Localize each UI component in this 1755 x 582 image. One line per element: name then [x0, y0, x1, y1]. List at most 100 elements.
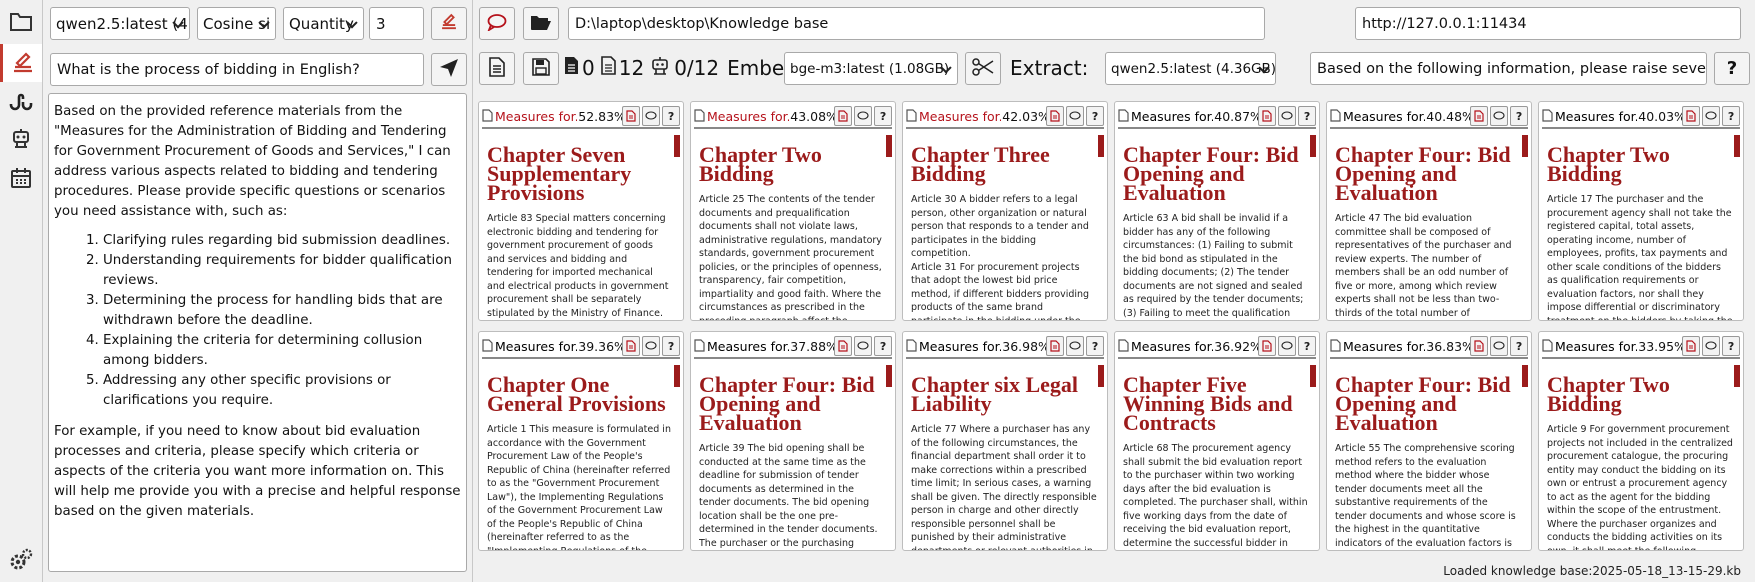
help-button[interactable]: ?: [1714, 52, 1750, 85]
save-button[interactable]: [523, 52, 559, 85]
card-doc-button[interactable]: [1682, 106, 1701, 126]
retrieval-count-input[interactable]: 3: [369, 7, 424, 40]
result-card[interactable]: Measures for...37.88%? Chapter Four: Bid …: [690, 331, 896, 551]
card-doc-button[interactable]: [834, 336, 853, 356]
retrieval-mode-select[interactable]: Quantity: [283, 7, 364, 40]
result-card[interactable]: Measures for...39.36%? Chapter One Genera…: [478, 331, 684, 551]
card-help-button[interactable]: ?: [662, 336, 681, 356]
card-title: Chapter Four: Bid Opening and Evaluation: [699, 372, 875, 435]
card-scroll-thumb[interactable]: [1098, 135, 1104, 157]
similarity-metric-select[interactable]: Cosine si: [197, 7, 276, 40]
card-chat-button[interactable]: [1278, 336, 1297, 356]
card-chat-button[interactable]: [854, 336, 873, 356]
card-doc-button[interactable]: [1046, 336, 1065, 356]
folder-icon[interactable]: [0, 2, 42, 40]
card-doc-button[interactable]: [1258, 336, 1277, 356]
card-help-button[interactable]: ?: [874, 336, 893, 356]
card-chat-button[interactable]: [1702, 106, 1721, 126]
card-scroll-thumb[interactable]: [674, 135, 680, 157]
answer-outro: For example, if you need to know about b…: [54, 424, 461, 519]
split-button[interactable]: [965, 52, 1001, 85]
card-help-button[interactable]: ?: [1298, 336, 1317, 356]
result-card[interactable]: Measures for...40.48%? Chapter Four: Bid …: [1326, 101, 1532, 321]
card-chat-button[interactable]: [1490, 336, 1509, 356]
card-text: Article 77 Where a purchaser has any of …: [911, 424, 1097, 550]
card-chat-button[interactable]: [1066, 106, 1085, 126]
card-help-button[interactable]: ?: [1722, 336, 1741, 356]
card-scroll-thumb[interactable]: [1522, 365, 1528, 387]
card-chat-button[interactable]: [854, 106, 873, 126]
card-chat-button[interactable]: [642, 106, 661, 126]
card-title: Chapter Seven Supplementary Provisions: [487, 142, 632, 205]
card-title: Chapter One General Provisions: [487, 372, 666, 416]
card-chat-button[interactable]: [1702, 336, 1721, 356]
result-card[interactable]: Measures for...52.83%? Chapter Seven Supp…: [478, 101, 684, 321]
card-help-button[interactable]: ?: [1086, 336, 1105, 356]
card-doc-button[interactable]: [1258, 106, 1277, 126]
chat-panel: qwen2.5:latest (4.36 Cosine si Quantity …: [43, 0, 473, 582]
card-header: Measures for...52.83%?: [482, 105, 681, 129]
card-scroll-thumb[interactable]: [1734, 135, 1740, 157]
card-doc-button[interactable]: [622, 336, 641, 356]
embed-model-select[interactable]: bge-m3:latest (1.08GB): [784, 52, 958, 85]
robot-icon[interactable]: [0, 120, 42, 158]
card-help-button[interactable]: ?: [1510, 336, 1529, 356]
save-icon: [532, 57, 550, 80]
extract-label: Extract:: [1010, 56, 1089, 80]
gears-icon[interactable]: [0, 541, 42, 579]
card-help-button[interactable]: ?: [1298, 106, 1317, 126]
card-scroll-thumb[interactable]: [1734, 365, 1740, 387]
card-chat-button[interactable]: [1278, 106, 1297, 126]
open-folder-button[interactable]: [523, 7, 559, 40]
extract-model-select[interactable]: qwen2.5:latest (4.36GB): [1105, 52, 1276, 85]
card-help-button[interactable]: ?: [662, 106, 681, 126]
model-select[interactable]: qwen2.5:latest (4.36: [50, 7, 190, 40]
chat-app-icon[interactable]: [0, 44, 42, 82]
result-card[interactable]: Measures for...33.95%? Chapter Two Biddin…: [1538, 331, 1744, 551]
card-title: Chapter Two Bidding: [699, 142, 822, 186]
card-doc-button[interactable]: [1682, 336, 1701, 356]
card-scroll-thumb[interactable]: [1522, 135, 1528, 157]
card-help-button[interactable]: ?: [874, 106, 893, 126]
result-card[interactable]: Measures for...43.08%? Chapter Two Biddin…: [690, 101, 896, 321]
result-card[interactable]: Measures for...36.92%?Chapter Five Winni…: [1114, 331, 1320, 551]
card-scroll-thumb[interactable]: [1098, 365, 1104, 387]
doc-count: 12: [618, 56, 645, 80]
card-doc-button[interactable]: [1470, 106, 1489, 126]
result-card[interactable]: Measures for...36.98%? Chapter six Legal …: [902, 331, 1108, 551]
card-score: 52.83%: [578, 108, 626, 124]
card-help-button[interactable]: ?: [1722, 106, 1741, 126]
send-button[interactable]: [431, 53, 467, 86]
stumbleupon-icon[interactable]: [0, 82, 42, 120]
chat-bubble-button[interactable]: [479, 7, 515, 40]
result-card[interactable]: Measures for...40.03%? Chapter Two Biddin…: [1538, 101, 1744, 321]
card-scroll-thumb[interactable]: [1310, 135, 1316, 157]
kb-path-input[interactable]: D:\laptop\desktop\Knowledge base: [568, 7, 1265, 40]
card-scroll-thumb[interactable]: [886, 365, 892, 387]
document-icon: [600, 56, 616, 80]
card-doc-button[interactable]: [1046, 106, 1065, 126]
card-help-button[interactable]: ?: [1510, 106, 1529, 126]
result-card[interactable]: Measures for...36.83%? Chapter Four: Bid …: [1326, 331, 1532, 551]
result-card[interactable]: Measures for...42.03%? Chapter Three Bidd…: [902, 101, 1108, 321]
card-text: Article 83 Special matters concerning el…: [487, 213, 669, 319]
ollama-url-input[interactable]: http://127.0.0.1:11434: [1355, 7, 1741, 40]
card-chat-button[interactable]: [1066, 336, 1085, 356]
card-chat-button[interactable]: [1490, 106, 1509, 126]
card-header: Measures for...36.92%?: [1118, 335, 1317, 359]
card-chat-button[interactable]: [642, 336, 661, 356]
new-document-button[interactable]: [479, 52, 515, 85]
extract-prompt-input[interactable]: Based on the following information, plea…: [1310, 52, 1707, 85]
question-input[interactable]: What is the process of bidding in Englis…: [50, 53, 424, 86]
card-doc-button[interactable]: [622, 106, 641, 126]
chat-mode-button[interactable]: [431, 7, 467, 40]
result-card[interactable]: Measures for...40.87%? Chapter Four: Bid …: [1114, 101, 1320, 321]
card-scroll-thumb[interactable]: [1310, 365, 1316, 387]
card-text: Article 68 The procurement agency shall …: [1123, 443, 1308, 549]
card-doc-button[interactable]: [834, 106, 853, 126]
card-help-button[interactable]: ?: [1086, 106, 1105, 126]
card-scroll-thumb[interactable]: [674, 365, 680, 387]
card-doc-button[interactable]: [1470, 336, 1489, 356]
card-scroll-thumb[interactable]: [886, 135, 892, 157]
calendar-icon[interactable]: [0, 159, 42, 197]
